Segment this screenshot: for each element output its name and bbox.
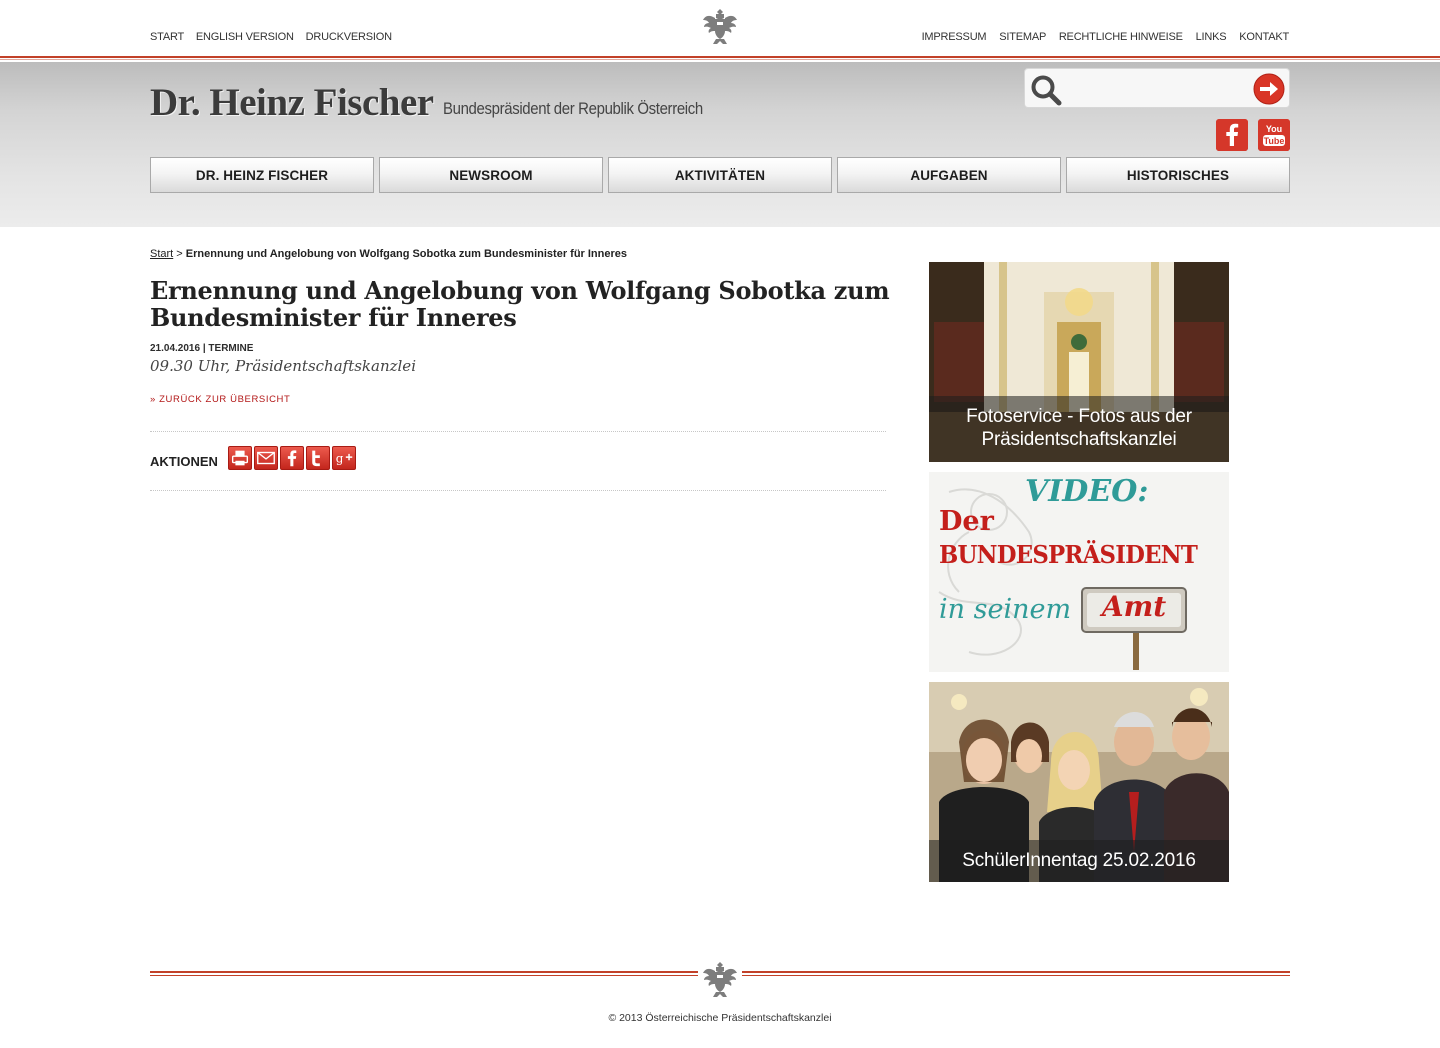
nav-aufgaben[interactable]: AUFGABEN xyxy=(837,157,1061,193)
teaser-schuelerinnentag[interactable]: SchülerInnentag 25.02.2016 xyxy=(929,682,1229,882)
footer-line-right-thin xyxy=(742,975,1290,976)
breadcrumb: Start > Ernennung und Angelobung von Wol… xyxy=(150,248,627,260)
top-link-links[interactable]: LINKS xyxy=(1196,31,1227,43)
breadcrumb-separator: > xyxy=(173,248,186,260)
google-plus-share-icon[interactable]: g xyxy=(332,446,356,470)
article-date: 21.04.2016 xyxy=(150,343,201,354)
twitter-share-icon[interactable] xyxy=(306,446,330,470)
print-icon[interactable] xyxy=(228,446,252,470)
nav-dr-heinz-fischer[interactable]: DR. HEINZ FISCHER xyxy=(150,157,374,193)
facebook-share-icon[interactable] xyxy=(280,446,304,470)
article-category: TERMINE xyxy=(208,343,254,354)
svg-text:You: You xyxy=(1266,124,1282,134)
top-divider-red xyxy=(0,56,1440,58)
footer-copyright: © 2013 Österreichische Präsidentschaftsk… xyxy=(608,1012,832,1024)
nav-historisches[interactable]: HISTORISCHES xyxy=(1066,157,1290,193)
teaser-video-sign: Amt xyxy=(1101,590,1167,623)
search-icon xyxy=(1031,75,1062,106)
teaser-fotoservice[interactable]: Fotoservice - Fotos aus der Präsidentsch… xyxy=(929,262,1229,462)
footer-line-left xyxy=(150,971,698,973)
email-icon[interactable] xyxy=(254,446,278,470)
top-links-left: START ENGLISH VERSION DRUCKVERSION xyxy=(150,31,401,43)
footer-eagle-icon xyxy=(703,962,737,997)
nav-newsroom[interactable]: NEWSROOM xyxy=(379,157,603,193)
teaser-fotoservice-caption: Fotoservice - Fotos aus der Präsidentsch… xyxy=(929,396,1229,462)
austrian-eagle-icon[interactable] xyxy=(702,6,738,46)
teaser-video-line1: VIDEO: xyxy=(1025,474,1149,509)
breadcrumb-current: Ernennung und Angelobung von Wolfgang So… xyxy=(185,248,628,260)
actions-label: AKTIONEN xyxy=(150,454,218,469)
teaser-video-line2: Der xyxy=(939,506,994,537)
facebook-icon[interactable] xyxy=(1216,119,1248,151)
search-input[interactable] xyxy=(1067,75,1251,103)
nav-aktivitaeten[interactable]: AKTIVITÄTEN xyxy=(608,157,832,193)
footer-line-right xyxy=(742,971,1290,973)
article-title: Ernennung und Angelobung von Wolfgang So… xyxy=(150,276,890,332)
teaser-video-bundespraesident[interactable]: VIDEO: Der BUNDESPRÄSIDENT in seinem Amt xyxy=(929,472,1229,672)
top-link-english[interactable]: ENGLISH VERSION xyxy=(196,31,294,43)
top-links-right: IMPRESSUM SITEMAP RECHTLICHE HINWEISE LI… xyxy=(912,31,1290,43)
teaser-video-line3: BUNDESPRÄSIDENT xyxy=(939,540,1198,569)
top-link-impressum[interactable]: IMPRESSUM xyxy=(922,31,987,43)
top-divider-thin xyxy=(0,59,1440,60)
divider-dotted xyxy=(150,431,886,432)
article-meta: 21.04.2016 | TERMINE xyxy=(150,343,253,354)
search-box xyxy=(1024,68,1290,108)
site-subtitle: Bundespräsident der Republik Österreich xyxy=(443,99,703,118)
svg-text:g: g xyxy=(336,452,344,466)
top-link-contact[interactable]: KONTAKT xyxy=(1239,31,1289,43)
youtube-icon[interactable]: You Tube xyxy=(1258,119,1290,151)
top-link-print[interactable]: DRUCKVERSION xyxy=(306,31,392,43)
article-time-place: 09.30 Uhr, Präsidentschaftskanzlei xyxy=(150,357,416,375)
divider-dotted-bottom xyxy=(150,490,886,491)
breadcrumb-home[interactable]: Start xyxy=(150,248,173,260)
back-to-overview-link[interactable]: » ZURÜCK ZUR ÜBERSICHT xyxy=(150,394,290,405)
teaser-schuelerinnentag-caption: SchülerInnentag 25.02.2016 xyxy=(929,840,1229,882)
top-link-start[interactable]: START xyxy=(150,31,184,43)
teaser-video-line4: in seinem xyxy=(939,594,1072,625)
footer-line-left-thin xyxy=(150,975,698,976)
svg-text:Tube: Tube xyxy=(1264,136,1285,146)
site-title[interactable]: Dr. Heinz Fischer xyxy=(150,80,434,125)
top-link-sitemap[interactable]: SITEMAP xyxy=(999,31,1046,43)
search-submit-arrow-icon[interactable] xyxy=(1253,73,1285,105)
top-link-legal[interactable]: RECHTLICHE HINWEISE xyxy=(1059,31,1183,43)
